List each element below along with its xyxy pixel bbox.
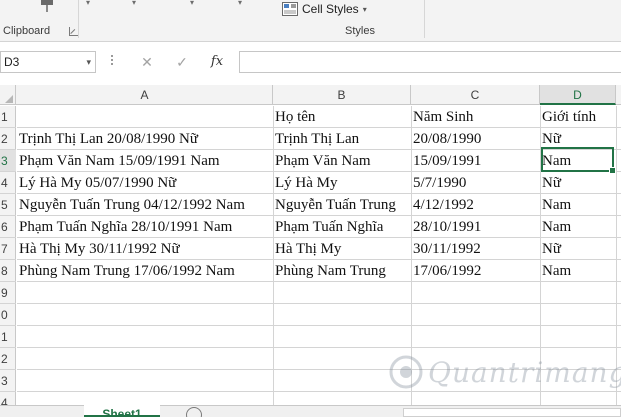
row-header[interactable]: 6 <box>0 216 16 238</box>
watermark-text: Quantrimang <box>428 356 621 389</box>
cell-styles-button[interactable]: Cell Styles ▾ <box>282 0 367 18</box>
ribbon: ▾ ▾ ▾ ▾ Cell Styles ▾ Clipboard Styles <box>0 0 621 42</box>
column-header-c[interactable]: C <box>411 85 540 105</box>
cell-c7[interactable]: 30/11/1992 <box>411 238 481 260</box>
formula-input[interactable] <box>239 51 621 73</box>
cell-d1[interactable]: Giới tính <box>540 106 596 128</box>
horizontal-scrollbar[interactable] <box>403 408 621 417</box>
cell-b1[interactable]: Họ tên <box>273 106 315 128</box>
styles-group-label: Styles <box>345 25 375 37</box>
name-box[interactable]: D3 ▾ <box>0 51 96 73</box>
column-headers: A B C D <box>0 85 621 105</box>
cell-b2[interactable]: Trịnh Thị Lan <box>273 128 359 150</box>
row-header[interactable]: 1 <box>0 106 16 128</box>
dropdown-caret-icon[interactable]: ▾ <box>234 0 246 8</box>
cell-a2[interactable]: Trịnh Thị Lan 20/08/1990 Nữ <box>17 128 198 150</box>
cell-c8[interactable]: 17/06/1992 <box>411 260 481 282</box>
name-box-value: D3 <box>4 55 20 69</box>
cell-a1[interactable] <box>17 106 19 128</box>
clipboard-group-label: Clipboard <box>3 25 51 37</box>
cell-a3[interactable]: Phạm Văn Nam 15/09/1991 Nam <box>17 150 220 172</box>
watermark-logo-icon <box>389 355 423 389</box>
cell-b8[interactable]: Phùng Nam Trung <box>273 260 386 282</box>
cell-c6[interactable]: 28/10/1991 <box>411 216 481 238</box>
row-header[interactable]: 0 <box>0 304 16 326</box>
cell-c2[interactable]: 20/08/1990 <box>411 128 481 150</box>
column-header-d[interactable]: D <box>540 85 616 105</box>
ribbon-divider <box>78 0 79 38</box>
cell-c5[interactable]: 4/12/1992 <box>411 194 474 216</box>
cell-b6[interactable]: Phạm Tuấn Nghĩa <box>273 216 383 238</box>
cell-a5[interactable]: Nguyễn Tuấn Trung 04/12/1992 Nam <box>17 194 245 216</box>
column-header-b[interactable]: B <box>273 85 411 105</box>
cell-b5[interactable]: Nguyễn Tuấn Trung <box>273 194 396 216</box>
formula-bar: D3 ▾ ✕ ✓ fx <box>0 43 621 85</box>
row-header[interactable]: 1 <box>0 326 16 348</box>
cell-d6[interactable]: Nam <box>540 216 571 238</box>
cell-b4[interactable]: Lý Hà My <box>273 172 338 194</box>
cell-c1[interactable]: Năm Sinh <box>411 106 473 128</box>
ribbon-divider <box>424 0 425 38</box>
cell-d8[interactable]: Nam <box>540 260 571 282</box>
row-header[interactable]: 5 <box>0 194 16 216</box>
insert-function-icon[interactable]: fx <box>206 53 228 71</box>
cell-d5[interactable]: Nam <box>540 194 571 216</box>
cell-a8[interactable]: Phùng Nam Trung 17/06/1992 Nam <box>17 260 235 282</box>
column-header-a[interactable]: A <box>17 85 273 105</box>
active-cell-indicator[interactable] <box>541 147 616 174</box>
row-header[interactable]: 4 <box>0 172 16 194</box>
row-header[interactable]: 2 <box>0 348 16 370</box>
enter-icon[interactable]: ✓ <box>171 53 193 71</box>
row-header[interactable]: 7 <box>0 238 16 260</box>
cell-c4[interactable]: 5/7/1990 <box>411 172 466 194</box>
cell-c3[interactable]: 15/09/1991 <box>411 150 481 172</box>
cell-d4[interactable]: Nữ <box>540 172 561 194</box>
row-header[interactable]: 3 <box>0 370 16 392</box>
cancel-icon[interactable]: ✕ <box>136 53 158 71</box>
cell-b3[interactable]: Phạm Văn Nam <box>273 150 371 172</box>
dialog-launcher-icon[interactable] <box>69 27 78 36</box>
cell-d7[interactable]: Nữ <box>540 238 561 260</box>
select-all-button[interactable] <box>0 85 16 105</box>
chevron-down-icon: ▾ <box>362 4 367 14</box>
format-painter-icon[interactable] <box>37 0 57 14</box>
row-header[interactable]: 2 <box>0 128 16 150</box>
cell-a7[interactable]: Hà Thị My 30/11/1992 Nữ <box>17 238 180 260</box>
dropdown-caret-icon[interactable]: ▾ <box>186 0 198 8</box>
cell-a4[interactable]: Lý Hà My 05/07/1990 Nữ <box>17 172 176 194</box>
dropdown-caret-icon[interactable]: ▾ <box>128 0 140 8</box>
cell-b7[interactable]: Hà Thị My <box>273 238 341 260</box>
row-header[interactable]: 9 <box>0 282 16 304</box>
cell-a6[interactable]: Phạm Tuấn Nghĩa 28/10/1991 Nam <box>17 216 232 238</box>
cell-styles-label: Cell Styles <box>302 2 359 16</box>
row-headers: 1 2 3 4 5 6 7 8 9 0 1 2 3 4 <box>0 106 16 417</box>
add-sheet-button[interactable] <box>186 407 202 417</box>
row-header-active[interactable]: 3 <box>0 150 16 172</box>
resize-grip-icon[interactable] <box>110 53 114 71</box>
row-header[interactable]: 8 <box>0 260 16 282</box>
watermark: Quantrimang <box>388 350 621 400</box>
dropdown-caret-icon[interactable]: ▾ <box>82 0 94 8</box>
tab-sheet1[interactable]: Sheet1 <box>84 405 160 417</box>
cell-styles-icon <box>282 2 298 16</box>
chevron-down-icon[interactable]: ▾ <box>86 52 91 72</box>
